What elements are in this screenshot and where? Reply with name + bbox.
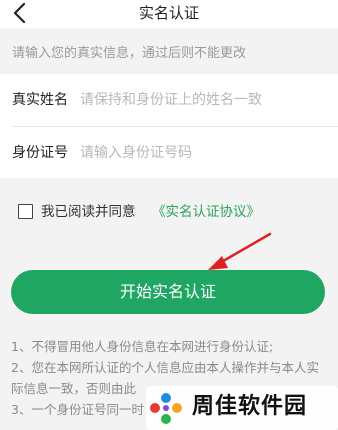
id-number-row: 身份证号 — [0, 127, 338, 179]
agreement-link[interactable]: 《实名认证协议》 — [152, 202, 260, 222]
agreement-checkbox[interactable] — [18, 204, 33, 219]
name-input[interactable] — [80, 87, 330, 113]
name-label: 真实姓名 — [12, 92, 68, 108]
watermark-text: 周佳软件园 — [192, 394, 308, 419]
rule-item: 1、不得冒用他人身份信息在本网进行身份认证; — [11, 339, 274, 354]
notice-text: 请输入您的真实信息，通过后则不能更改 — [0, 36, 338, 74]
top-bar: 实名认证 — [0, 0, 338, 28]
agreement-row: 我已阅读并同意 《实名认证协议》 — [18, 202, 318, 222]
annotation-arrow-icon — [208, 232, 272, 270]
identity-form: 真实姓名 身份证号 — [0, 74, 338, 178]
page-title: 实名认证 — [138, 4, 199, 22]
start-verification-button[interactable]: 开始实名认证 — [11, 270, 325, 314]
watermark-logo-icon — [150, 393, 182, 424]
agreement-text: 我已阅读并同意 — [41, 204, 136, 220]
name-row: 真实姓名 — [0, 74, 338, 127]
id-number-label: 身份证号 — [12, 145, 68, 161]
watermark: 周佳软件园 — [146, 386, 338, 430]
id-number-input[interactable] — [80, 140, 330, 166]
